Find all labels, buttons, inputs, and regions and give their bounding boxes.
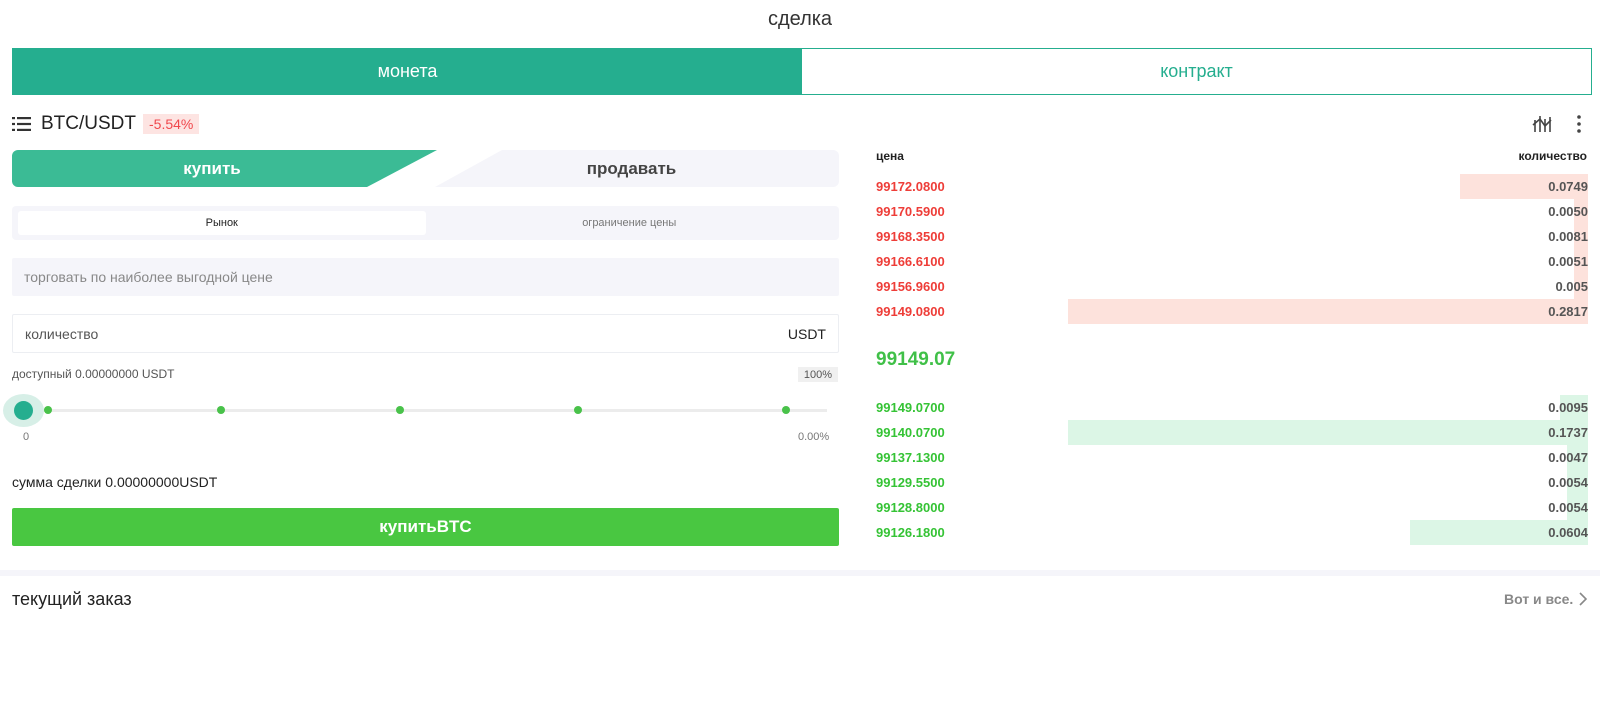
bid-row[interactable]: 99126.1800 0.0604 xyxy=(876,520,1588,545)
amount-unit: USDT xyxy=(787,325,826,342)
ask-price: 99149.0800 xyxy=(876,304,945,319)
list-icon[interactable] xyxy=(12,117,31,131)
slider-track xyxy=(24,409,827,412)
ask-price: 99172.0800 xyxy=(876,179,945,194)
pair-name[interactable]: BTC/USDT xyxy=(41,113,136,135)
slider-max-label: 0.00% xyxy=(798,431,830,443)
pair-header: BTC/USDT -5.54% xyxy=(12,112,200,136)
sell-tab[interactable]: продавать xyxy=(424,150,839,187)
last-price: 99149.07 xyxy=(876,349,956,370)
bid-price: 99126.1800 xyxy=(876,525,945,540)
order-type-market[interactable]: Рынок xyxy=(18,211,426,235)
view-all-label: Вот и все. xyxy=(1504,591,1574,607)
bid-price: 99149.0700 xyxy=(876,400,945,415)
tab-coin[interactable]: монета xyxy=(13,49,802,94)
ask-price: 99168.3500 xyxy=(876,229,945,244)
orderbook-qty-header: количество xyxy=(1518,149,1587,163)
bid-qty: 0.0095 xyxy=(1548,400,1588,415)
amount-field[interactable]: количество USDT xyxy=(12,314,839,353)
bid-qty: 0.0054 xyxy=(1548,475,1588,490)
section-divider xyxy=(0,570,1600,576)
ask-row[interactable]: 99170.5900 0.0050 xyxy=(876,199,1588,224)
current-order-title: текущий заказ xyxy=(12,589,132,609)
buy-tab[interactable]: купить xyxy=(12,150,412,187)
bid-price: 99137.1300 xyxy=(876,450,945,465)
ask-row[interactable]: 99149.0800 0.2817 xyxy=(876,299,1588,324)
bid-row[interactable]: 99140.0700 0.1737 xyxy=(876,420,1588,445)
order-type-limit[interactable]: ограничение цены xyxy=(426,211,834,235)
ask-qty: 0.0050 xyxy=(1548,204,1588,219)
ask-qty: 0.005 xyxy=(1555,279,1588,294)
ask-row[interactable]: 99168.3500 0.0081 xyxy=(876,224,1588,249)
buy-sell-tabs: купить продавать xyxy=(12,150,839,187)
chevron-right-icon xyxy=(1579,592,1588,606)
bid-qty: 0.0054 xyxy=(1548,500,1588,515)
trade-sum: сумма сделки 0.00000000USDT xyxy=(12,474,218,490)
ask-qty: 0.0051 xyxy=(1548,254,1588,269)
ask-depth-bar xyxy=(1068,299,1588,324)
page-title: сделка xyxy=(767,8,833,30)
bid-row[interactable]: 99129.5500 0.0054 xyxy=(876,470,1588,495)
bid-row[interactable]: 99149.0700 0.0095 xyxy=(876,395,1588,420)
order-type-switch: Рынок ограничение цены xyxy=(12,206,839,240)
percent-badge: 100% xyxy=(798,367,838,382)
ask-qty: 0.2817 xyxy=(1548,304,1588,319)
ask-qty: 0.0081 xyxy=(1548,229,1588,244)
slider-min-label: 0 xyxy=(23,431,30,443)
ask-row[interactable]: 99156.9600 0.005 xyxy=(876,274,1588,299)
price-field[interactable]: торговать по наиболее выгодной цене xyxy=(12,258,839,296)
market-type-tabs: монета контракт xyxy=(12,48,1592,95)
slider-mark-25[interactable] xyxy=(217,406,225,414)
slider-mark-100[interactable] xyxy=(782,406,790,414)
slider-mark-50[interactable] xyxy=(396,406,404,414)
amount-slider[interactable] xyxy=(0,394,850,427)
ask-price: 99166.6100 xyxy=(876,254,945,269)
tab-contract[interactable]: контракт xyxy=(802,49,1591,94)
orderbook-price-header: цена xyxy=(876,149,904,163)
bid-price: 99140.0700 xyxy=(876,425,945,440)
bid-depth-bar xyxy=(1068,420,1588,445)
ask-price: 99170.5900 xyxy=(876,204,945,219)
slider-mark-0[interactable] xyxy=(44,406,52,414)
bid-price: 99129.5500 xyxy=(876,475,945,490)
slider-handle[interactable] xyxy=(14,401,33,420)
bid-qty: 0.1737 xyxy=(1548,425,1588,440)
slider-mark-75[interactable] xyxy=(574,406,582,414)
bid-row[interactable]: 99128.8000 0.0054 xyxy=(876,495,1588,520)
amount-label: количество xyxy=(25,325,99,342)
bid-price: 99128.8000 xyxy=(876,500,945,515)
more-vertical-icon[interactable] xyxy=(1575,114,1583,134)
ask-qty: 0.0749 xyxy=(1548,179,1588,194)
candlestick-chart-icon[interactable] xyxy=(1532,114,1552,134)
price-change-badge: -5.54% xyxy=(143,114,200,134)
view-all-link[interactable]: Вот и все. xyxy=(1504,591,1588,607)
bid-row[interactable]: 99137.1300 0.0047 xyxy=(876,445,1588,470)
bid-qty: 0.0047 xyxy=(1548,450,1588,465)
ask-row[interactable]: 99166.6100 0.0051 xyxy=(876,249,1588,274)
buy-btc-button[interactable]: купитьBTC xyxy=(12,508,839,546)
available-balance: доступный 0.00000000 USDT xyxy=(12,367,175,381)
ask-price: 99156.9600 xyxy=(876,279,945,294)
bid-qty: 0.0604 xyxy=(1548,525,1588,540)
ask-row[interactable]: 99172.0800 0.0749 xyxy=(876,174,1588,199)
